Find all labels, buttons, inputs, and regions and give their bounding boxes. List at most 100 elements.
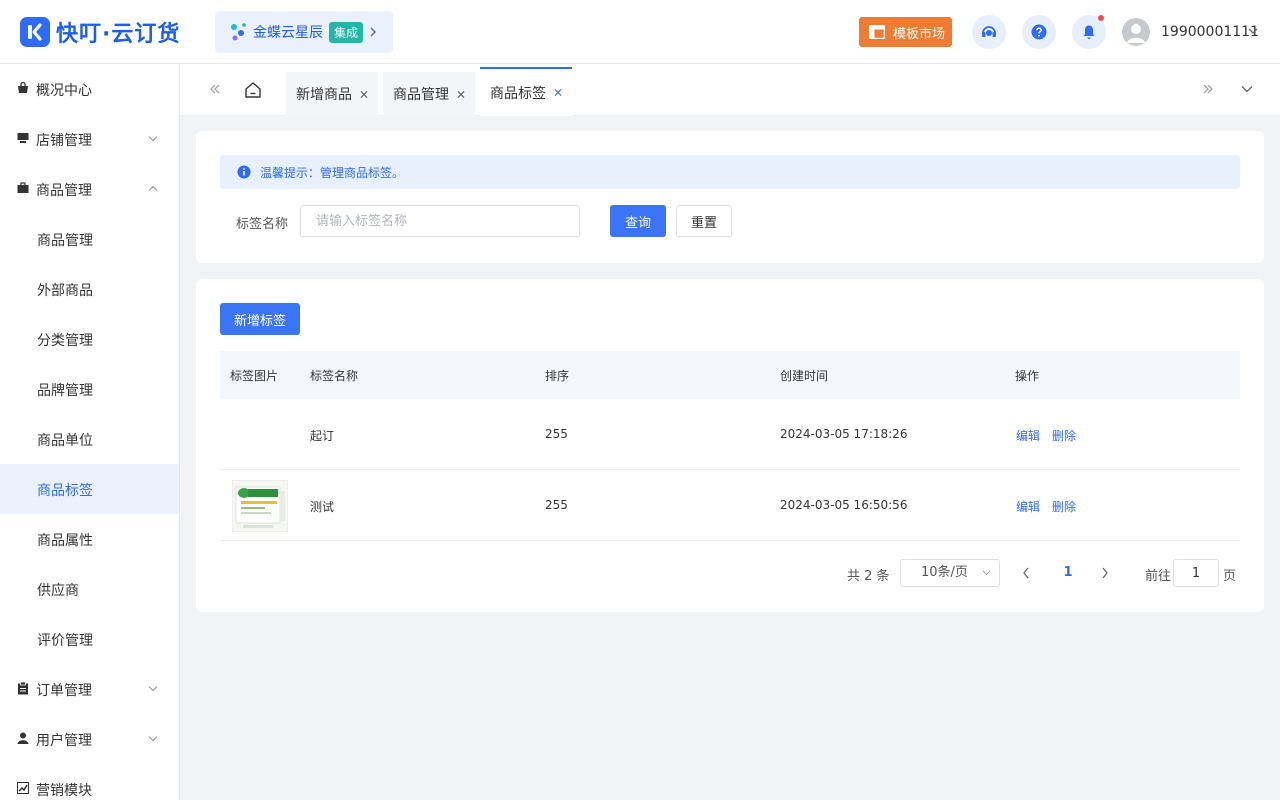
delete-link[interactable]: 删除: [1052, 498, 1076, 515]
sidebar-subitem-attributes[interactable]: 商品属性: [0, 514, 179, 564]
chevron-left-icon[interactable]: [1022, 567, 1030, 579]
sidebar: 概况中心 店铺管理 商品管理 商品管理 外部商品 分类管理 品牌管理 商品单位: [0, 64, 180, 800]
sidebar-subitem-categories[interactable]: 分类管理: [0, 314, 179, 364]
sidebar-item-orders[interactable]: 订单管理: [0, 664, 179, 714]
page-size-select[interactable]: 10条/页: [900, 559, 1000, 587]
sidebar-subitem-label: 外部商品: [37, 283, 93, 299]
sidebar-subitem-reviews[interactable]: 评价管理: [0, 614, 179, 664]
chevron-down-icon: [148, 736, 158, 742]
column-header: 标签图片: [230, 369, 279, 383]
delete-link[interactable]: 删除: [1052, 427, 1076, 444]
column-header: 排序: [545, 369, 570, 383]
add-tag-button[interactable]: 新增标签: [220, 303, 300, 335]
app-logo[interactable]: 快叮·云订货: [20, 17, 180, 47]
sidebar-subitem-label: 商品标签: [37, 483, 93, 499]
double-chevron-right-icon[interactable]: [1202, 84, 1214, 94]
avatar-user-icon: [1127, 24, 1145, 43]
clipboard-icon: [18, 682, 28, 695]
edit-link[interactable]: 编辑: [1016, 498, 1040, 515]
column-header: 标签名称: [310, 369, 359, 383]
sidebar-item-label: 用户管理: [36, 733, 92, 749]
sidebar-subitem-external-products[interactable]: 外部商品: [0, 264, 179, 314]
integration-badge: 集成: [329, 21, 364, 43]
integration-entry[interactable]: 金蝶云星辰 集成: [215, 11, 393, 53]
page-number-current[interactable]: 1: [1058, 565, 1078, 580]
sidebar-item-label: 概况中心: [36, 83, 92, 99]
chevron-down-icon: [148, 686, 158, 692]
top-header: 快叮·云订货 金蝶云星辰 集成 模板市场 19900001111: [0, 0, 1280, 64]
help-button[interactable]: [1022, 15, 1056, 49]
created-time-cell: 2024-03-05 16:50:56: [780, 498, 908, 512]
sidebar-item-marketing[interactable]: 营销模块: [0, 764, 179, 800]
tab-product-management[interactable]: 商品管理: [383, 72, 475, 116]
sidebar-subitem-label: 分类管理: [37, 333, 93, 349]
edit-link[interactable]: 编辑: [1016, 427, 1040, 444]
logo-text: 快叮·云订货: [56, 22, 181, 47]
close-icon[interactable]: [457, 90, 465, 99]
table-row: 测试 255 2024-03-05 16:50:56 编辑 删除: [220, 470, 1240, 541]
goto-label: 前往: [1145, 569, 1172, 584]
home-icon[interactable]: [244, 81, 262, 99]
question-icon: [1031, 24, 1047, 40]
briefcase-icon: [17, 182, 29, 193]
tag-name-label: 标签名称: [236, 217, 289, 232]
tab-label: 商品管理: [393, 87, 449, 103]
template-market-button[interactable]: 模板市场: [859, 17, 952, 47]
sidebar-item-label: 店铺管理: [36, 133, 92, 149]
sidebar-subitem-brands[interactable]: 品牌管理: [0, 364, 179, 414]
headset-icon: [982, 26, 996, 37]
info-icon: [237, 165, 251, 179]
tab-add-product[interactable]: 新增商品: [286, 72, 378, 116]
tip-text: 温馨提示：管理商品标签。: [260, 165, 405, 180]
sidebar-subitem-label: 商品管理: [37, 233, 93, 249]
chevron-down-icon[interactable]: [1248, 27, 1258, 35]
sidebar-item-label: 营销模块: [36, 783, 92, 799]
tab-label: 商品标签: [490, 85, 546, 102]
page-size-value: 10条/页: [921, 565, 968, 580]
customer-service-button[interactable]: [972, 15, 1006, 49]
sidebar-subitem-label: 评价管理: [37, 633, 93, 649]
chevron-right-icon[interactable]: [1101, 567, 1109, 579]
tag-name-input[interactable]: [300, 205, 580, 237]
sidebar-item-products[interactable]: 商品管理: [0, 164, 179, 214]
tag-name-cell: 测试: [310, 500, 335, 514]
sidebar-subitem-tags[interactable]: 商品标签: [0, 464, 179, 514]
total-count: 共 2 条: [847, 569, 890, 584]
column-header: 创建时间: [780, 369, 829, 383]
sidebar-item-overview[interactable]: 概况中心: [0, 64, 179, 114]
chevron-right-icon: [370, 27, 377, 37]
store-icon: [17, 133, 29, 143]
sidebar-subitem-label: 供应商: [37, 583, 79, 599]
sort-cell: 255: [545, 427, 568, 441]
tag-image-thumbnail: [232, 480, 288, 532]
goto-page-input[interactable]: [1173, 559, 1219, 587]
avatar[interactable]: [1122, 18, 1150, 46]
sidebar-item-users[interactable]: 用户管理: [0, 714, 179, 764]
sidebar-subitem-suppliers[interactable]: 供应商: [0, 564, 179, 614]
tab-label: 新增商品: [296, 87, 352, 103]
chevron-down-icon[interactable]: [1241, 85, 1253, 93]
sidebar-subitem-label: 商品单位: [37, 433, 93, 449]
close-icon[interactable]: [554, 88, 562, 97]
sidebar-item-label: 订单管理: [36, 683, 92, 699]
list-panel: 新增标签 标签图片 标签名称 排序 创建时间 操作 起订 255 2024-03…: [196, 279, 1264, 612]
sidebar-subitem-label: 品牌管理: [37, 383, 93, 399]
layout-template-icon: [869, 25, 885, 39]
shop-bag-icon: [18, 82, 28, 93]
username[interactable]: 19900001111: [1161, 24, 1259, 40]
reset-button[interactable]: 重置: [676, 205, 732, 237]
created-time-cell: 2024-03-05 17:18:26: [780, 427, 908, 441]
page-suffix-label: 页: [1223, 569, 1237, 584]
integration-label: 金蝶云星辰: [253, 25, 323, 41]
trend-icon: [17, 782, 29, 794]
query-button[interactable]: 查询: [610, 205, 666, 237]
template-market-label: 模板市场: [893, 26, 946, 42]
double-chevron-left-icon[interactable]: [209, 84, 221, 94]
sidebar-subitem-product-management[interactable]: 商品管理: [0, 214, 179, 264]
column-header: 操作: [1015, 369, 1040, 383]
close-icon[interactable]: [360, 90, 368, 99]
sidebar-subitem-units[interactable]: 商品单位: [0, 414, 179, 464]
sidebar-item-store[interactable]: 店铺管理: [0, 114, 179, 164]
tab-product-tags[interactable]: 商品标签: [480, 67, 572, 116]
notifications-button[interactable]: [1072, 15, 1106, 49]
